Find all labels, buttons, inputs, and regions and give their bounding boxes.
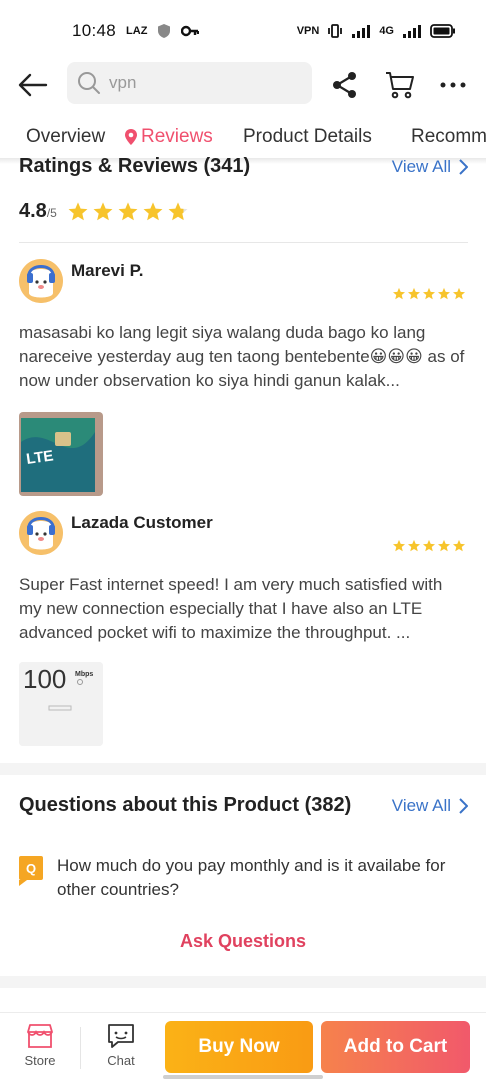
shield-icon	[158, 24, 171, 38]
star-icon	[168, 201, 188, 220]
more-icon	[440, 82, 466, 88]
router-photo: 100 Mbps	[19, 662, 103, 746]
photo-caption: 100	[23, 664, 66, 694]
chat-label: Chat	[107, 1053, 135, 1068]
star-icon	[422, 539, 436, 552]
star-icon	[437, 287, 451, 300]
view-all-label: View All	[391, 156, 451, 176]
lazada-app-badge: LAZ	[126, 25, 148, 37]
star-icon	[452, 539, 466, 552]
star-icon	[392, 287, 406, 300]
star-icon	[68, 201, 88, 220]
back-arrow-icon	[18, 73, 48, 97]
question-item[interactable]: Q How much do you pay monthly and is it …	[19, 854, 468, 902]
location-pin-icon	[125, 129, 137, 145]
store-label: Store	[24, 1053, 56, 1068]
home-indicator	[163, 1075, 323, 1079]
signal-icon-2	[403, 25, 421, 38]
view-all-label: View All	[391, 795, 451, 815]
star-icon	[437, 539, 451, 552]
search-input[interactable]	[109, 73, 299, 93]
chat-button[interactable]: Chat	[91, 1023, 151, 1068]
star-icon	[118, 201, 138, 220]
search-bar[interactable]	[67, 62, 312, 104]
questions-view-all[interactable]: View All	[392, 796, 468, 816]
questions-title: Questions about this Product (382)	[19, 794, 352, 816]
buy-now-button[interactable]: Buy Now	[165, 1021, 313, 1073]
share-icon	[333, 72, 356, 98]
bottom-action-bar: Store Chat Buy Now Add to Cart	[0, 1012, 486, 1080]
share-button[interactable]	[328, 68, 362, 102]
more-button[interactable]	[436, 68, 470, 102]
chat-icon	[108, 1024, 134, 1048]
key-icon	[181, 25, 200, 37]
chevron-right-icon	[459, 797, 468, 814]
avatar	[19, 259, 63, 303]
review-text: masasabi ko lang legit siya walang duda …	[19, 323, 465, 390]
reviewer-avatar-icon	[19, 259, 63, 303]
battery-icon	[430, 24, 455, 38]
star-icon	[93, 201, 113, 220]
review-item: Marevi P. masasabi ko lang legit siya wa…	[19, 259, 468, 499]
overall-rating: 4.8/5	[19, 200, 189, 223]
reviewer-avatar-icon	[19, 511, 63, 555]
tab-overview[interactable]: Overview	[26, 126, 105, 148]
ratings-title: Ratings & Reviews (341)	[19, 155, 251, 177]
ratings-view-all[interactable]: View All	[392, 157, 468, 177]
star-icon	[407, 539, 421, 552]
tab-reviews[interactable]: Reviews	[124, 126, 213, 148]
divider	[80, 1027, 81, 1069]
store-button[interactable]: Store	[10, 1023, 70, 1068]
chevron-right-icon	[459, 158, 468, 175]
section-separator	[0, 763, 486, 775]
question-badge: Q	[19, 856, 43, 886]
tab-product-details[interactable]: Product Details	[243, 126, 372, 148]
star-icon	[392, 539, 406, 552]
cart-button[interactable]	[383, 68, 417, 102]
sim-card-photo: LTE	[19, 412, 103, 496]
rating-score: 4.8/5	[19, 200, 57, 222]
search-icon	[78, 72, 100, 94]
store-icon	[27, 1024, 53, 1048]
avatar	[19, 511, 63, 555]
review-photo[interactable]: 100 Mbps	[19, 662, 103, 746]
search-header	[0, 62, 486, 106]
add-to-cart-button[interactable]: Add to Cart	[321, 1021, 470, 1073]
cart-icon	[386, 72, 414, 99]
review-text: Super Fast internet speed! I am very muc…	[19, 575, 443, 642]
questions-header: Questions about this Product (382) View …	[19, 794, 468, 817]
reviewer-name: Lazada Customer	[71, 513, 213, 532]
tab-recommended[interactable]: Recomm	[411, 126, 486, 148]
star-icon	[143, 201, 163, 220]
product-tabs: Overview Reviews Product Details Recomm	[0, 116, 486, 160]
tab-reviews-label: Reviews	[141, 126, 213, 147]
status-bar: 10:48 LAZ VPN 4G	[0, 0, 486, 62]
ask-questions-button[interactable]: Ask Questions	[0, 931, 486, 952]
vpn-indicator: VPN	[296, 25, 320, 37]
photo-caption-unit: Mbps	[75, 671, 93, 678]
review-photo[interactable]: LTE	[19, 412, 103, 496]
star-icon	[407, 287, 421, 300]
signal-icon	[352, 25, 371, 38]
back-button[interactable]	[16, 68, 50, 102]
review-stars	[392, 287, 466, 301]
reviewer-name: Marevi P.	[71, 261, 144, 280]
review-stars	[392, 539, 466, 553]
star-icon	[452, 287, 466, 300]
review-item: Lazada Customer Super Fast internet spee…	[19, 511, 468, 751]
question-text: How much do you pay monthly and is it av…	[57, 856, 446, 899]
vibrate-icon	[328, 24, 343, 38]
ratings-header: Ratings & Reviews (341) View All	[19, 155, 468, 178]
section-separator	[0, 976, 486, 988]
rating-stars	[67, 201, 189, 223]
divider	[19, 242, 468, 243]
status-time: 10:48	[72, 21, 117, 40]
star-icon	[422, 287, 436, 300]
network-type: 4G	[379, 25, 394, 37]
